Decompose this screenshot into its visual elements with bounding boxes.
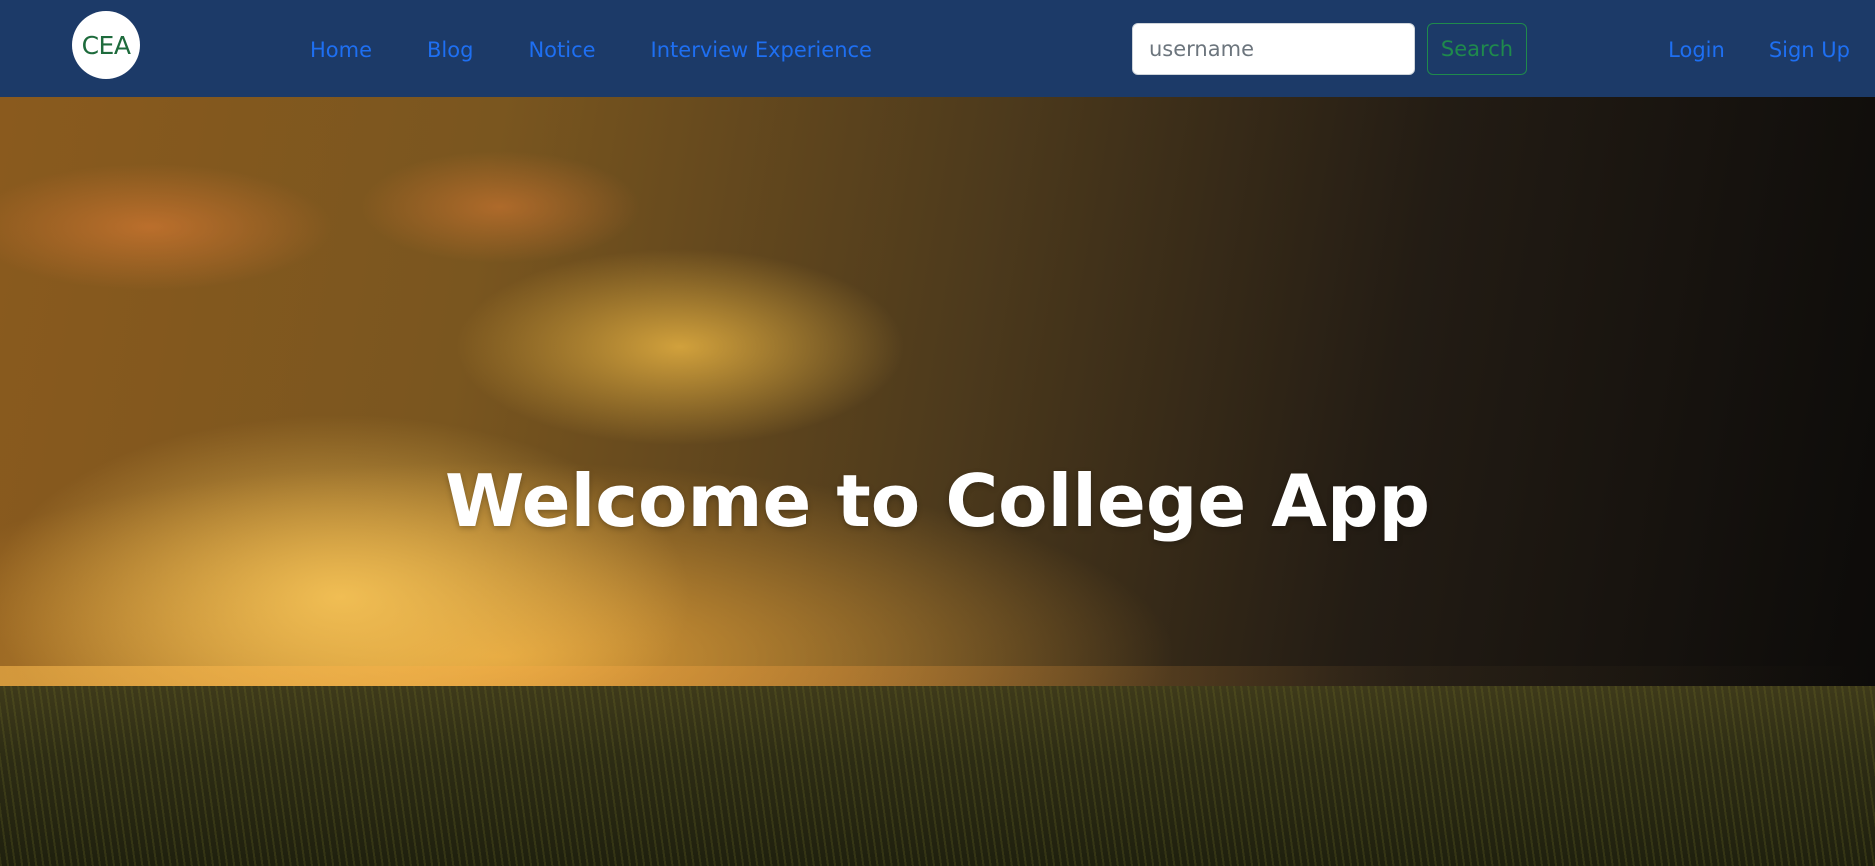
main-nav: Home Blog Notice Interview Experience: [310, 0, 927, 100]
nav-item-notice[interactable]: Notice: [528, 38, 595, 62]
nav-item-home[interactable]: Home: [310, 38, 372, 62]
hero-field-image: [0, 686, 1875, 866]
hero-banner: Welcome to College App: [0, 97, 1875, 866]
nav-item-blog[interactable]: Blog: [427, 38, 473, 62]
login-link[interactable]: Login: [1668, 38, 1725, 62]
brand-logo[interactable]: CEA: [72, 11, 140, 79]
brand-logo-text: CEA: [81, 30, 131, 60]
nav-item-interview-experience[interactable]: Interview Experience: [651, 38, 872, 62]
search-input[interactable]: [1132, 23, 1415, 75]
signup-link[interactable]: Sign Up: [1769, 38, 1850, 62]
search-button[interactable]: Search: [1427, 23, 1527, 75]
auth-links: Login Sign Up: [1624, 0, 1850, 100]
top-navbar: CEA Home Blog Notice Interview Experienc…: [0, 0, 1875, 97]
